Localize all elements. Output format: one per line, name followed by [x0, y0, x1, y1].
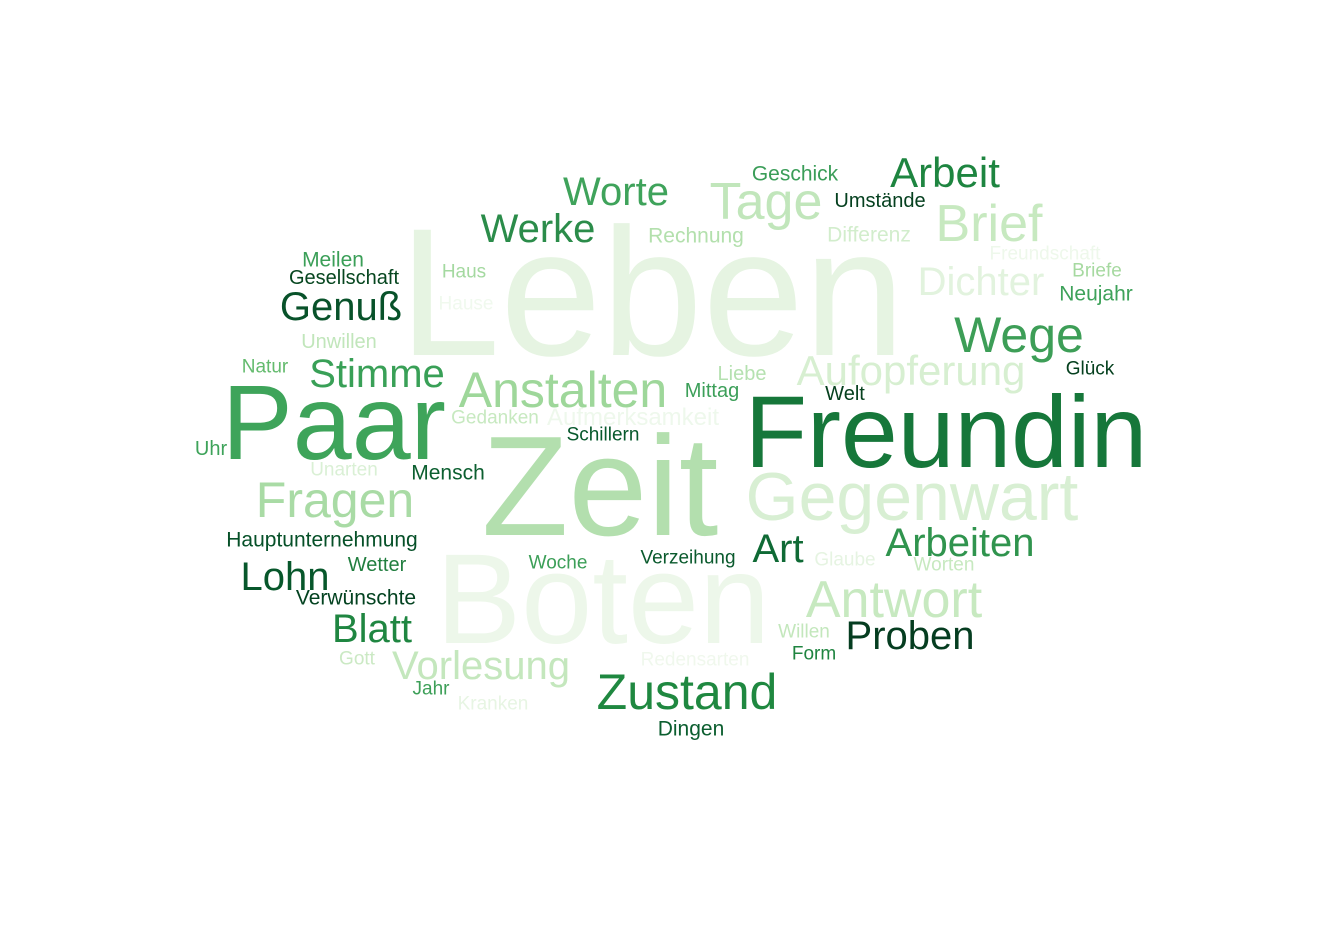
word-werke: Werke — [480, 207, 596, 251]
word-jahr: Jahr — [412, 678, 450, 700]
word-gott: Gott — [339, 648, 375, 670]
word-worten: Worten — [913, 554, 975, 576]
word-art: Art — [752, 527, 804, 571]
word-rechnung: Rechnung — [648, 224, 744, 248]
word-kranken: Kranken — [457, 693, 529, 715]
word-zustand: Zustand — [596, 664, 778, 720]
word-verwuenschte: Verwünschte — [295, 586, 417, 610]
word-stimme: Stimme — [309, 352, 445, 396]
word-wetter: Wetter — [347, 554, 407, 576]
word-umstaende: Umstände — [834, 190, 926, 212]
word-hause: Hause — [438, 293, 494, 315]
word-worte: Worte — [563, 170, 669, 214]
word-cloud: Leben Boten Zeit Freundin Paar Gegenwart… — [0, 0, 1334, 945]
word-unarten: Unarten — [310, 459, 378, 481]
word-blatt: Blatt — [331, 607, 413, 651]
word-gedanken: Gedanken — [451, 407, 539, 429]
word-wege: Wege — [954, 307, 1084, 363]
word-gesellschaft: Gesellschaft — [288, 267, 400, 289]
word-glaube: Glaube — [814, 549, 876, 571]
word-uhr: Uhr — [194, 438, 228, 460]
word-dichter: Dichter — [917, 260, 1045, 304]
word-differenz: Differenz — [827, 223, 911, 247]
word-geschick: Geschick — [751, 162, 839, 186]
word-mensch: Mensch — [411, 461, 485, 485]
word-willen: Willen — [778, 621, 830, 643]
word-glueck: Glück — [1065, 358, 1115, 380]
word-brief: Brief — [935, 195, 1043, 253]
word-mittag: Mittag — [684, 380, 740, 402]
word-welt: Welt — [825, 383, 865, 405]
word-redensarten: Redensarten — [640, 649, 750, 671]
word-haus: Haus — [441, 261, 487, 283]
word-schillern: Schillern — [566, 424, 640, 446]
word-proben: Proben — [845, 614, 975, 658]
word-verzeihung: Verzeihung — [640, 547, 736, 569]
word-natur: Natur — [241, 356, 289, 378]
word-arbeit: Arbeit — [890, 149, 1000, 196]
word-hauptunternehmung: Hauptunternehmung — [226, 528, 418, 552]
word-form: Form — [791, 643, 837, 665]
word-genuss: Genuß — [279, 285, 403, 329]
word-briefe: Briefe — [1072, 260, 1122, 282]
word-fragen: Fragen — [255, 472, 415, 528]
word-dingen: Dingen — [657, 717, 725, 741]
word-woche: Woche — [528, 552, 588, 574]
word-unwillen: Unwillen — [301, 331, 377, 353]
word-neujahr: Neujahr — [1059, 282, 1133, 306]
